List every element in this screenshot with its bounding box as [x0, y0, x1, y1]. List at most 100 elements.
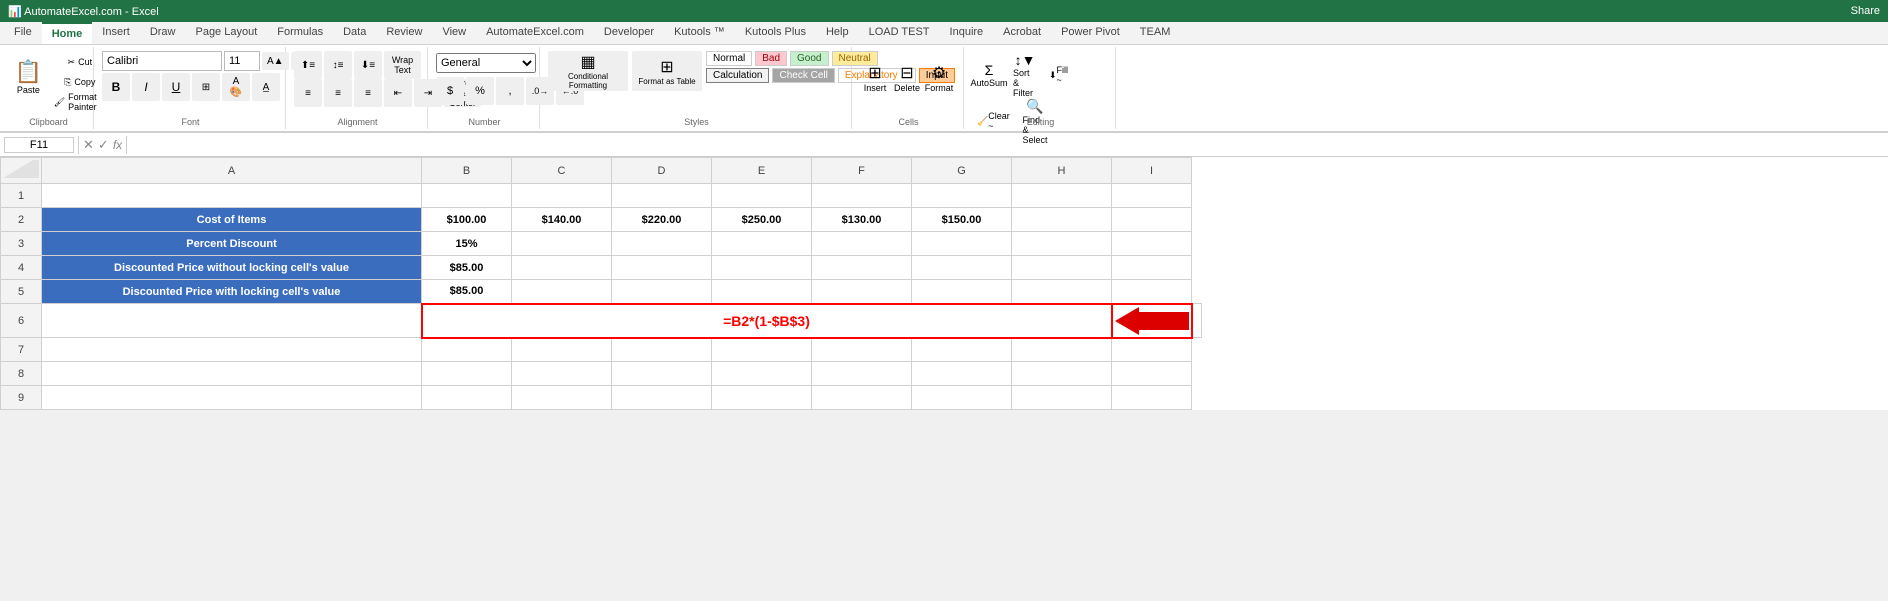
cell-e4[interactable]	[712, 256, 812, 280]
tab-draw[interactable]: Draw	[140, 22, 186, 44]
cancel-formula-button[interactable]: ✕	[83, 137, 94, 153]
style-good[interactable]: Good	[790, 51, 828, 66]
cell-f5[interactable]	[812, 280, 912, 304]
percent-button[interactable]: %	[466, 77, 494, 105]
cell-c8[interactable]	[512, 362, 612, 386]
share-button[interactable]: Share	[1851, 5, 1880, 17]
italic-button[interactable]: I	[132, 73, 160, 101]
tab-review[interactable]: Review	[376, 22, 432, 44]
col-header-f[interactable]: F	[812, 158, 912, 184]
cell-c1[interactable]	[512, 184, 612, 208]
cell-i4[interactable]	[1112, 256, 1192, 280]
tab-kutools[interactable]: Kutools ™	[664, 22, 735, 44]
col-header-d[interactable]: D	[612, 158, 712, 184]
col-header-b[interactable]: B	[422, 158, 512, 184]
tab-load-test[interactable]: LOAD TEST	[859, 22, 940, 44]
cell-b2[interactable]: $100.00	[422, 208, 512, 232]
style-check-cell[interactable]: Check Cell	[772, 68, 834, 83]
cell-b7[interactable]	[422, 338, 512, 362]
cell-e2[interactable]: $250.00	[712, 208, 812, 232]
cell-g8[interactable]	[912, 362, 1012, 386]
cell-i2[interactable]	[1112, 208, 1192, 232]
cell-h5[interactable]	[1012, 280, 1112, 304]
cell-i7[interactable]	[1112, 338, 1192, 362]
col-header-c[interactable]: C	[512, 158, 612, 184]
cell-h8[interactable]	[1012, 362, 1112, 386]
cell-h3[interactable]	[1012, 232, 1112, 256]
insert-function-button[interactable]: fx	[113, 138, 122, 152]
cell-d9[interactable]	[612, 386, 712, 410]
tab-developer[interactable]: Developer	[594, 22, 664, 44]
col-header-i[interactable]: I	[1112, 158, 1192, 184]
cell-f9[interactable]	[812, 386, 912, 410]
cell-b4[interactable]: $85.00	[422, 256, 512, 280]
insert-button[interactable]: ⊞ Insert	[860, 53, 890, 103]
cell-d8[interactable]	[612, 362, 712, 386]
paste-button[interactable]: 📋 Paste	[10, 51, 47, 103]
cell-i3[interactable]	[1112, 232, 1192, 256]
indent-decrease-button[interactable]: ⇤	[384, 79, 412, 107]
style-bad[interactable]: Bad	[755, 51, 787, 66]
cell-g7[interactable]	[912, 338, 1012, 362]
delete-button[interactable]: ⊟ Delete	[892, 53, 922, 103]
cell-a3[interactable]: Percent Discount	[42, 232, 422, 256]
cell-g3[interactable]	[912, 232, 1012, 256]
cell-d2[interactable]: $220.00	[612, 208, 712, 232]
cell-a2[interactable]: Cost of Items	[42, 208, 422, 232]
font-name-input[interactable]	[102, 51, 222, 71]
tab-formulas[interactable]: Formulas	[267, 22, 333, 44]
cell-e8[interactable]	[712, 362, 812, 386]
cell-d3[interactable]	[612, 232, 712, 256]
cell-d7[interactable]	[612, 338, 712, 362]
cell-a8[interactable]	[42, 362, 422, 386]
tab-data[interactable]: Data	[333, 22, 376, 44]
cell-c5[interactable]	[512, 280, 612, 304]
align-top-button[interactable]: ⬆≡	[294, 51, 322, 79]
cell-i1[interactable]	[1112, 184, 1192, 208]
cell-f4[interactable]	[812, 256, 912, 280]
cell-a9[interactable]	[42, 386, 422, 410]
cell-h2[interactable]	[1012, 208, 1112, 232]
style-normal[interactable]: Normal	[706, 51, 752, 66]
align-middle-button[interactable]: ↕≡	[324, 51, 352, 79]
cell-b1[interactable]	[422, 184, 512, 208]
cell-d4[interactable]	[612, 256, 712, 280]
cell-a1[interactable]	[42, 184, 422, 208]
tab-power-pivot[interactable]: Power Pivot	[1051, 22, 1130, 44]
cell-h4[interactable]	[1012, 256, 1112, 280]
col-header-a[interactable]: A	[42, 158, 422, 184]
align-bottom-button[interactable]: ⬇≡	[354, 51, 382, 79]
cell-a6[interactable]	[42, 304, 422, 338]
confirm-formula-button[interactable]: ✓	[98, 137, 109, 153]
bold-button[interactable]: B	[102, 73, 130, 101]
col-header-g[interactable]: G	[912, 158, 1012, 184]
cell-c9[interactable]	[512, 386, 612, 410]
autosum-button[interactable]: Σ AutoSum	[972, 53, 1006, 97]
col-header-e[interactable]: E	[712, 158, 812, 184]
cell-e1[interactable]	[712, 184, 812, 208]
cell-i9[interactable]	[1112, 386, 1192, 410]
tab-help[interactable]: Help	[816, 22, 859, 44]
currency-button[interactable]: $	[436, 77, 464, 105]
cell-f1[interactable]	[812, 184, 912, 208]
cell-a7[interactable]	[42, 338, 422, 362]
style-calculation[interactable]: Calculation	[706, 68, 769, 83]
cell-f3[interactable]	[812, 232, 912, 256]
align-center-button[interactable]: ≡	[324, 79, 352, 107]
tab-file[interactable]: File	[4, 22, 42, 44]
cell-a4[interactable]: Discounted Price without locking cell's …	[42, 256, 422, 280]
cell-a5[interactable]: Discounted Price with locking cell's val…	[42, 280, 422, 304]
cell-f2[interactable]: $130.00	[812, 208, 912, 232]
cell-e9[interactable]	[712, 386, 812, 410]
border-button[interactable]: ⊞	[192, 73, 220, 101]
cell-g1[interactable]	[912, 184, 1012, 208]
font-size-input[interactable]	[224, 51, 260, 71]
cell-b5[interactable]: $85.00	[422, 280, 512, 304]
cell-d5[interactable]	[612, 280, 712, 304]
cell-f8[interactable]	[812, 362, 912, 386]
cell-e5[interactable]	[712, 280, 812, 304]
cell-h1[interactable]	[1012, 184, 1112, 208]
cell-i5[interactable]	[1112, 280, 1192, 304]
cell-b6-formula[interactable]: =B2*(1-$B$3)	[422, 304, 1112, 338]
cell-h7[interactable]	[1012, 338, 1112, 362]
